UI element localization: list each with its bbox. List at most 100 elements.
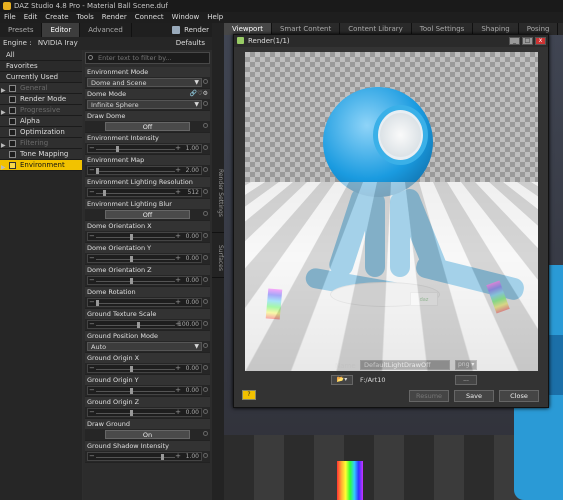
property-slider[interactable]: − +0.00: [87, 254, 202, 263]
category-item[interactable]: Favorites: [0, 61, 82, 72]
minus-icon[interactable]: −: [89, 452, 95, 460]
category-checkbox[interactable]: [9, 151, 16, 158]
minus-icon[interactable]: −: [89, 188, 95, 196]
minus-icon[interactable]: −: [89, 364, 95, 372]
menu-connect[interactable]: Connect: [131, 12, 168, 23]
slider-handle[interactable]: [130, 366, 133, 372]
save-button[interactable]: Save: [454, 390, 494, 402]
category-checkbox[interactable]: [9, 96, 16, 103]
slider-handle[interactable]: [130, 278, 133, 284]
category-item[interactable]: ▶ Environment: [0, 160, 82, 171]
filter-input[interactable]: Enter text to filter by...: [85, 52, 210, 64]
minus-icon[interactable]: −: [89, 144, 95, 152]
property-options-icon[interactable]: 🔗♡⚙: [190, 90, 208, 97]
property-slider[interactable]: − +512: [87, 188, 202, 197]
plus-icon[interactable]: +: [175, 254, 181, 262]
category-item[interactable]: Render Mode: [0, 94, 82, 105]
property-toggle[interactable]: Off: [105, 210, 190, 219]
property-slider[interactable]: − +0.00: [87, 386, 202, 395]
maximize-icon[interactable]: □: [522, 37, 533, 45]
menu-edit[interactable]: Edit: [20, 12, 42, 23]
plus-icon[interactable]: +: [175, 188, 181, 196]
tab-advanced[interactable]: Advanced: [80, 23, 132, 37]
plus-icon[interactable]: +: [175, 144, 181, 152]
minus-icon[interactable]: −: [89, 254, 95, 262]
property-slider[interactable]: − +0.00: [87, 408, 202, 417]
browse-button[interactable]: ...: [455, 375, 477, 385]
property-slider[interactable]: − +0.00: [87, 232, 202, 241]
category-checkbox[interactable]: [9, 129, 16, 136]
category-item[interactable]: Optimization: [0, 127, 82, 138]
menu-create[interactable]: Create: [41, 12, 72, 23]
plus-icon[interactable]: +: [175, 408, 181, 416]
name-input[interactable]: DefaultLightDrawOff: [360, 360, 450, 370]
folder-icon[interactable]: 📂▾: [331, 375, 353, 385]
minus-icon[interactable]: −: [89, 298, 95, 306]
side-tab-render-settings[interactable]: Render Settings: [212, 153, 224, 233]
plus-icon[interactable]: +: [175, 386, 181, 394]
property-slider[interactable]: − +100.00: [87, 320, 202, 329]
slider-handle[interactable]: [136, 322, 140, 328]
property-slider[interactable]: − +0.00: [87, 298, 202, 307]
menu-render[interactable]: Render: [98, 12, 131, 23]
property-slider[interactable]: − +2.00: [87, 166, 202, 175]
expand-arrow-icon[interactable]: ▶: [1, 162, 6, 173]
tab-presets[interactable]: Presets: [0, 23, 43, 37]
property-toggle[interactable]: Off: [105, 122, 190, 131]
render-button[interactable]: Render: [170, 24, 209, 36]
category-item[interactable]: Currently Used: [0, 72, 82, 83]
side-tab-surfaces[interactable]: Surfaces: [212, 238, 224, 278]
slider-handle[interactable]: [102, 190, 106, 196]
help-button[interactable]: ?: [242, 390, 256, 400]
slider-handle[interactable]: [116, 146, 120, 152]
close-icon[interactable]: x: [535, 37, 546, 45]
category-checkbox[interactable]: [9, 118, 16, 125]
slider-handle[interactable]: [96, 168, 99, 174]
minus-icon[interactable]: −: [89, 166, 95, 174]
minus-icon[interactable]: −: [89, 276, 95, 284]
category-item[interactable]: ▶ General: [0, 83, 82, 94]
plus-icon[interactable]: +: [175, 232, 181, 240]
slider-handle[interactable]: [160, 454, 164, 460]
slider-handle[interactable]: [96, 300, 99, 306]
property-toggle[interactable]: On: [105, 430, 190, 439]
category-item[interactable]: Alpha: [0, 116, 82, 127]
category-checkbox[interactable]: [9, 107, 16, 114]
plus-icon[interactable]: +: [175, 364, 181, 372]
property-dropdown[interactable]: Auto ▼: [87, 342, 202, 351]
plus-icon[interactable]: +: [175, 166, 181, 174]
minimize-icon[interactable]: _: [509, 37, 520, 45]
plus-icon[interactable]: +: [175, 452, 181, 460]
category-checkbox[interactable]: [9, 85, 16, 92]
slider-handle[interactable]: [130, 410, 133, 416]
plus-icon[interactable]: +: [175, 276, 181, 284]
property-slider[interactable]: − +1.00: [87, 144, 202, 153]
slider-handle[interactable]: [130, 388, 133, 394]
menu-window[interactable]: Window: [168, 12, 204, 23]
property-slider[interactable]: − +0.00: [87, 364, 202, 373]
category-checkbox[interactable]: [9, 140, 16, 147]
engine-select[interactable]: NVIDIA Iray: [38, 39, 78, 47]
property-slider[interactable]: − +1.00: [87, 452, 202, 461]
menu-help[interactable]: Help: [203, 12, 227, 23]
category-item[interactable]: Tone Mapping: [0, 149, 82, 160]
property-slider[interactable]: − +0.00: [87, 276, 202, 285]
tab-editor[interactable]: Editor: [42, 23, 81, 37]
menu-tools[interactable]: Tools: [73, 12, 98, 23]
plus-icon[interactable]: +: [175, 298, 181, 306]
minus-icon[interactable]: −: [89, 408, 95, 416]
close-button[interactable]: Close: [499, 390, 539, 402]
resume-button[interactable]: Resume: [409, 390, 449, 402]
minus-icon[interactable]: −: [89, 320, 95, 328]
slider-handle[interactable]: [130, 234, 133, 240]
menu-file[interactable]: File: [0, 12, 20, 23]
render-window-titlebar[interactable]: Render(1/1) _ □ x: [234, 35, 548, 47]
property-dropdown[interactable]: Infinite Sphere ▼: [87, 100, 202, 109]
category-item[interactable]: ▶Progressive Rend...: [0, 105, 82, 125]
category-item[interactable]: All: [0, 50, 82, 61]
defaults-button[interactable]: Defaults: [176, 37, 205, 50]
property-dropdown[interactable]: Dome and Scene ▼: [87, 78, 202, 87]
minus-icon[interactable]: −: [89, 386, 95, 394]
category-item[interactable]: ▶ Filtering: [0, 138, 82, 149]
format-dropdown[interactable]: png ▾: [455, 360, 477, 370]
